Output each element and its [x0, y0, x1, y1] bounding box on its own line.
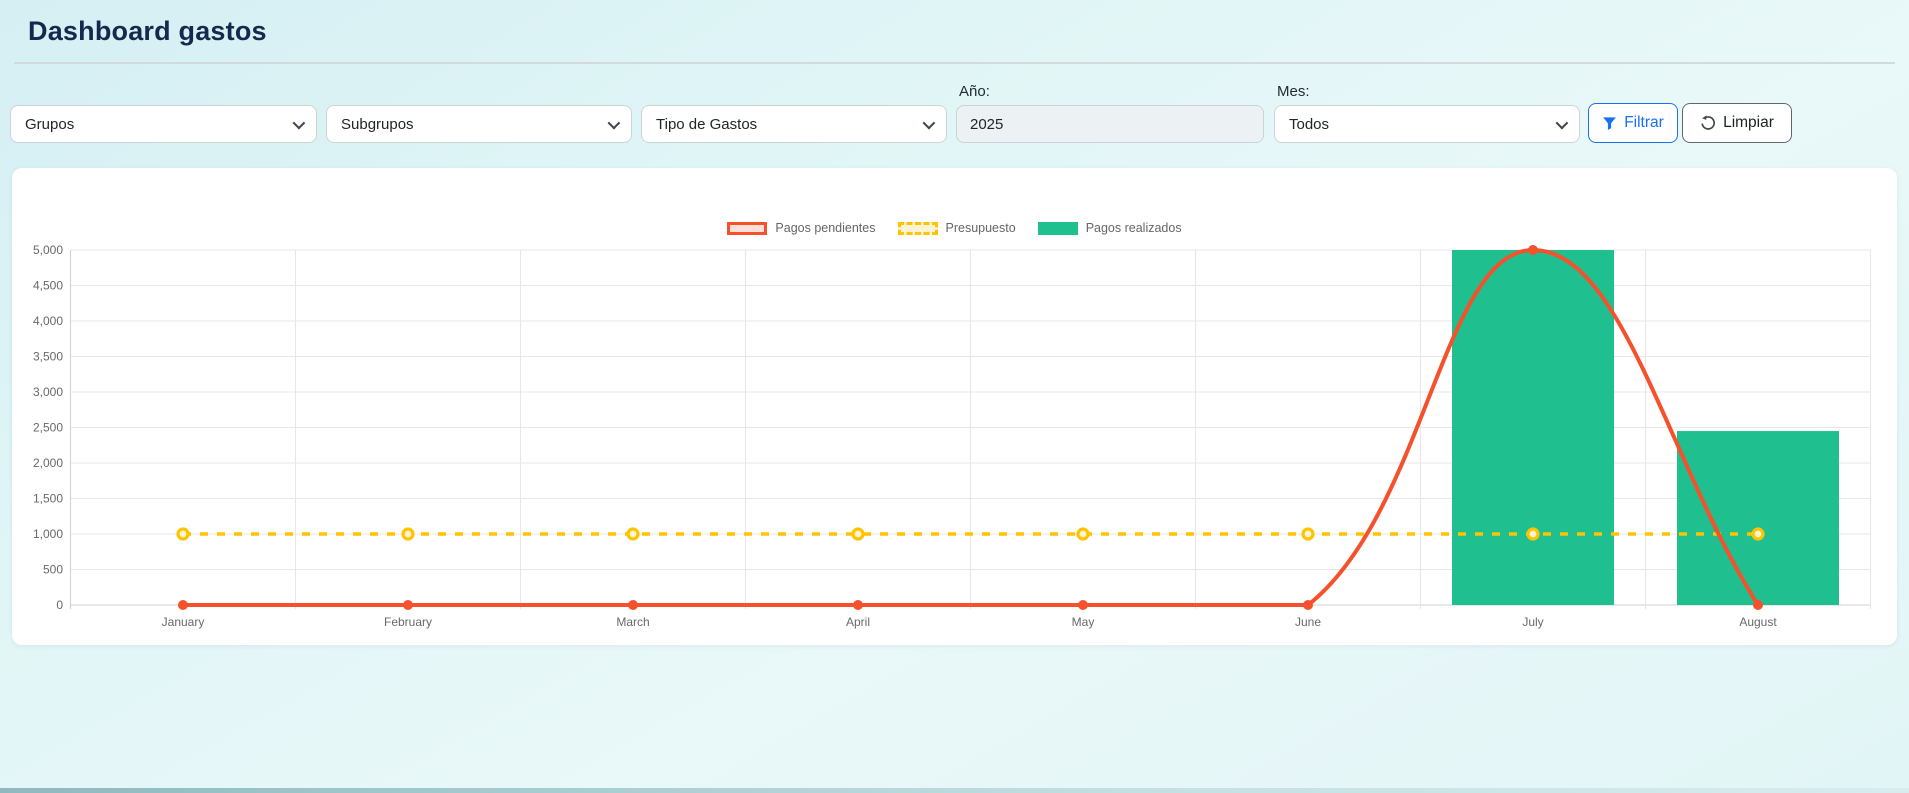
clear-button[interactable]: Limpiar [1682, 103, 1792, 143]
page-title: Dashboard gastos [28, 16, 267, 46]
expense-type-select[interactable]: Tipo de Gastos [641, 105, 947, 143]
x-tick-label: July [1522, 615, 1543, 629]
month-select-value: Todos [1289, 115, 1330, 133]
pending-point-january[interactable] [178, 600, 188, 610]
y-tick-label: 4,500 [33, 279, 63, 293]
budget-point-january[interactable] [176, 527, 190, 541]
filter-button-label: Filtrar [1624, 114, 1664, 131]
pending-point-august[interactable] [1753, 600, 1763, 610]
chart-card: Pagos pendientes Presupuesto Pagos realiza… [12, 168, 1897, 645]
budget-point-february[interactable] [401, 527, 415, 541]
y-tick-label: 5,000 [33, 243, 63, 257]
subgroups-select-value: Subgrupos [341, 115, 414, 133]
x-tick-label: August [1739, 615, 1777, 629]
pending-point-march[interactable] [628, 600, 638, 610]
header-divider [14, 62, 1895, 64]
x-tick-label: May [1072, 615, 1095, 629]
y-tick-label: 2,500 [33, 421, 63, 435]
y-tick-label: 4,000 [33, 314, 63, 328]
clear-button-label: Limpiar [1723, 114, 1774, 131]
budget-point-april[interactable] [851, 527, 865, 541]
chevron-down-icon [1555, 116, 1569, 129]
pending-point-may[interactable] [1078, 600, 1088, 610]
year-input[interactable] [956, 105, 1264, 143]
month-label: Mes: [1277, 83, 1310, 100]
reload-icon [1701, 115, 1716, 130]
expense-type-select-value: Tipo de Gastos [656, 115, 758, 133]
groups-select[interactable]: Grupos [10, 105, 317, 143]
y-tick-label: 500 [43, 563, 63, 577]
month-select[interactable]: Todos [1274, 105, 1580, 143]
pending-point-july[interactable] [1528, 245, 1538, 255]
y-tick-label: 1,000 [33, 527, 63, 541]
subgroups-select[interactable]: Subgrupos [326, 105, 632, 143]
chevron-down-icon [292, 116, 306, 129]
pending-point-june[interactable] [1303, 600, 1313, 610]
budget-point-june[interactable] [1301, 527, 1315, 541]
budget-point-march[interactable] [626, 527, 640, 541]
pending-point-february[interactable] [403, 600, 413, 610]
y-tick-label: 2,000 [33, 456, 63, 470]
bar-july[interactable] [1452, 250, 1614, 605]
year-label: Año: [959, 83, 990, 100]
expenses-chart: 0 500 1,000 1,500 2,000 2,500 3,000 3,500 4,000 4… [33, 243, 1872, 629]
x-tick-label: February [384, 615, 432, 629]
footer-strip [0, 788, 1909, 793]
budget-point-may[interactable] [1076, 527, 1090, 541]
pending-point-april[interactable] [853, 600, 863, 610]
bar-august[interactable] [1677, 431, 1839, 605]
x-tick-label: March [616, 615, 649, 629]
x-tick-label: January [162, 615, 205, 629]
budget-point-august[interactable] [1751, 527, 1765, 541]
filter-button[interactable]: Filtrar [1588, 103, 1678, 143]
x-tick-label: April [846, 615, 870, 629]
filter-funnel-icon [1603, 116, 1617, 130]
y-tick-label: 1,500 [33, 492, 63, 506]
chevron-down-icon [607, 116, 621, 129]
budget-point-july[interactable] [1526, 527, 1540, 541]
y-tick-label: 3,500 [33, 350, 63, 364]
x-tick-label: June [1295, 615, 1321, 629]
y-tick-label: 0 [56, 598, 63, 612]
groups-select-value: Grupos [25, 115, 75, 133]
y-tick-label: 3,000 [33, 385, 63, 399]
chevron-down-icon [922, 116, 936, 129]
